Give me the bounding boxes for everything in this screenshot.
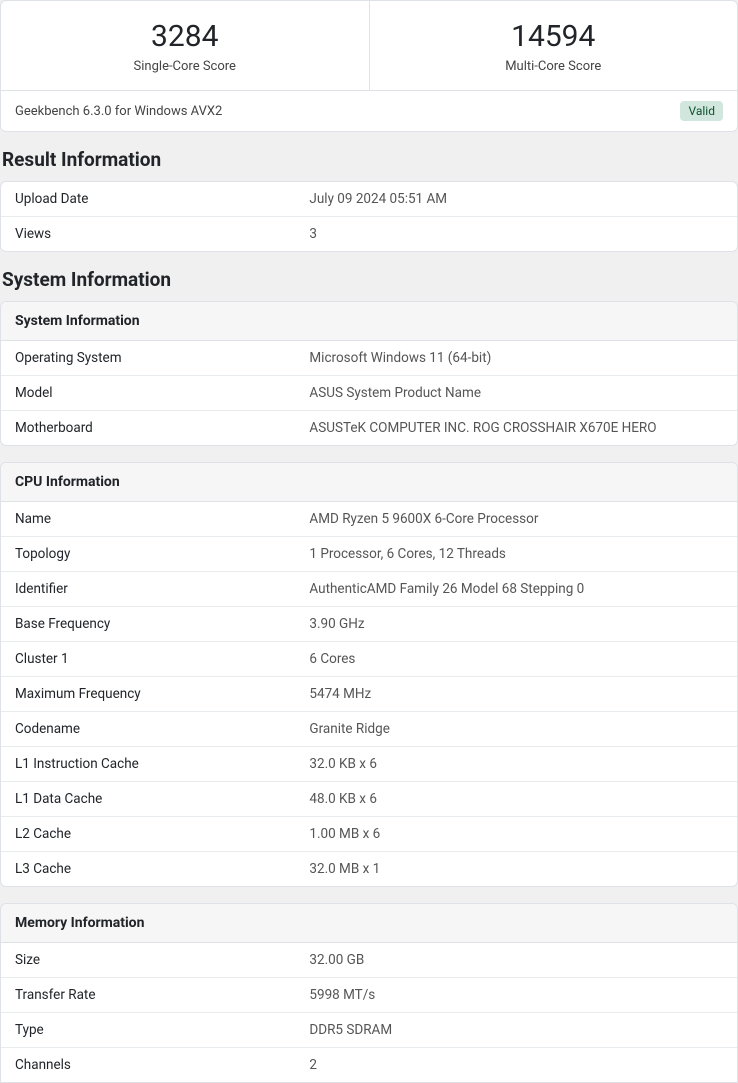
row-value: ASUSTeK COMPUTER INC. ROG CROSSHAIR X670… <box>295 411 737 446</box>
row-label: Identifier <box>1 572 295 607</box>
memory-info-table: Memory Information Size32.00 GB Transfer… <box>1 904 737 1082</box>
row-label: Model <box>1 376 295 411</box>
row-value: 32.0 KB x 6 <box>295 747 737 782</box>
valid-badge: Valid <box>680 101 723 121</box>
table-row: L3 Cache32.0 MB x 1 <box>1 852 737 887</box>
table-row: Size32.00 GB <box>1 943 737 978</box>
system-info-table: System Information Operating System Micr… <box>1 302 737 445</box>
row-value: 3.90 GHz <box>295 607 737 642</box>
cpu-info-table: CPU Information NameAMD Ryzen 5 9600X 6-… <box>1 463 737 886</box>
table-row: Transfer Rate5998 MT/s <box>1 978 737 1013</box>
row-value: DDR5 SDRAM <box>295 1013 737 1048</box>
multi-core-value: 14594 <box>370 19 738 55</box>
table-row: NameAMD Ryzen 5 9600X 6-Core Processor <box>1 502 737 537</box>
row-label: L2 Cache <box>1 817 295 852</box>
multi-core-cell: 14594 Multi-Core Score <box>370 1 738 90</box>
row-value: 5474 MHz <box>295 677 737 712</box>
table-row: Motherboard ASUSTeK COMPUTER INC. ROG CR… <box>1 411 737 446</box>
table-row: Operating System Microsoft Windows 11 (6… <box>1 341 737 376</box>
table-row: Channels2 <box>1 1048 737 1083</box>
row-value: Granite Ridge <box>295 712 737 747</box>
row-value: 32.00 GB <box>295 943 737 978</box>
table-row: Model ASUS System Product Name <box>1 376 737 411</box>
row-value: 5998 MT/s <box>295 978 737 1013</box>
table-header: Memory Information <box>1 904 737 943</box>
result-info-card: Upload Date July 09 2024 05:51 AM Views … <box>0 181 738 252</box>
scores-card: 3284 Single-Core Score 14594 Multi-Core … <box>0 0 738 132</box>
table-row: L2 Cache1.00 MB x 6 <box>1 817 737 852</box>
row-label: Codename <box>1 712 295 747</box>
table-header-label: Memory Information <box>1 904 737 943</box>
row-label: Channels <box>1 1048 295 1083</box>
row-label: Size <box>1 943 295 978</box>
table-row: Maximum Frequency5474 MHz <box>1 677 737 712</box>
table-row: Cluster 16 Cores <box>1 642 737 677</box>
table-row: TypeDDR5 SDRAM <box>1 1013 737 1048</box>
row-value: ASUS System Product Name <box>295 376 737 411</box>
row-label: Topology <box>1 537 295 572</box>
row-value: AMD Ryzen 5 9600X 6-Core Processor <box>295 502 737 537</box>
table-row: Views 3 <box>1 217 737 252</box>
cpu-info-card: CPU Information NameAMD Ryzen 5 9600X 6-… <box>0 462 738 887</box>
multi-core-label: Multi-Core Score <box>370 59 738 74</box>
table-header-label: CPU Information <box>1 463 737 502</box>
row-label: Cluster 1 <box>1 642 295 677</box>
row-value: 48.0 KB x 6 <box>295 782 737 817</box>
row-value: 2 <box>295 1048 737 1083</box>
row-value: Microsoft Windows 11 (64-bit) <box>295 341 737 376</box>
row-label: Motherboard <box>1 411 295 446</box>
single-core-value: 3284 <box>1 19 369 55</box>
system-info-card: System Information Operating System Micr… <box>0 301 738 446</box>
row-label: Operating System <box>1 341 295 376</box>
table-header-label: System Information <box>1 302 737 341</box>
row-label: Type <box>1 1013 295 1048</box>
row-value: July 09 2024 05:51 AM <box>295 182 737 217</box>
row-label: L1 Instruction Cache <box>1 747 295 782</box>
row-value: 6 Cores <box>295 642 737 677</box>
row-label: Base Frequency <box>1 607 295 642</box>
row-label: Maximum Frequency <box>1 677 295 712</box>
result-info-heading: Result Information <box>2 148 738 171</box>
row-label: Name <box>1 502 295 537</box>
row-label: L1 Data Cache <box>1 782 295 817</box>
row-label: Transfer Rate <box>1 978 295 1013</box>
row-value: 1.00 MB x 6 <box>295 817 737 852</box>
table-row: Base Frequency3.90 GHz <box>1 607 737 642</box>
table-row: L1 Instruction Cache32.0 KB x 6 <box>1 747 737 782</box>
row-label: L3 Cache <box>1 852 295 887</box>
version-row: Geekbench 6.3.0 for Windows AVX2 Valid <box>1 91 737 131</box>
single-core-label: Single-Core Score <box>1 59 369 74</box>
single-core-cell: 3284 Single-Core Score <box>1 1 370 90</box>
memory-info-card: Memory Information Size32.00 GB Transfer… <box>0 903 738 1083</box>
version-text: Geekbench 6.3.0 for Windows AVX2 <box>15 104 222 119</box>
row-value: 3 <box>295 217 737 252</box>
table-row: Topology1 Processor, 6 Cores, 12 Threads <box>1 537 737 572</box>
table-header: System Information <box>1 302 737 341</box>
result-info-table: Upload Date July 09 2024 05:51 AM Views … <box>1 182 737 251</box>
scores-row: 3284 Single-Core Score 14594 Multi-Core … <box>1 1 737 91</box>
row-label: Views <box>1 217 295 252</box>
row-value: 32.0 MB x 1 <box>295 852 737 887</box>
table-header: CPU Information <box>1 463 737 502</box>
table-row: Upload Date July 09 2024 05:51 AM <box>1 182 737 217</box>
table-row: IdentifierAuthenticAMD Family 26 Model 6… <box>1 572 737 607</box>
system-info-heading: System Information <box>2 268 738 291</box>
row-label: Upload Date <box>1 182 295 217</box>
table-row: L1 Data Cache48.0 KB x 6 <box>1 782 737 817</box>
row-value: AuthenticAMD Family 26 Model 68 Stepping… <box>295 572 737 607</box>
table-row: CodenameGranite Ridge <box>1 712 737 747</box>
row-value: 1 Processor, 6 Cores, 12 Threads <box>295 537 737 572</box>
